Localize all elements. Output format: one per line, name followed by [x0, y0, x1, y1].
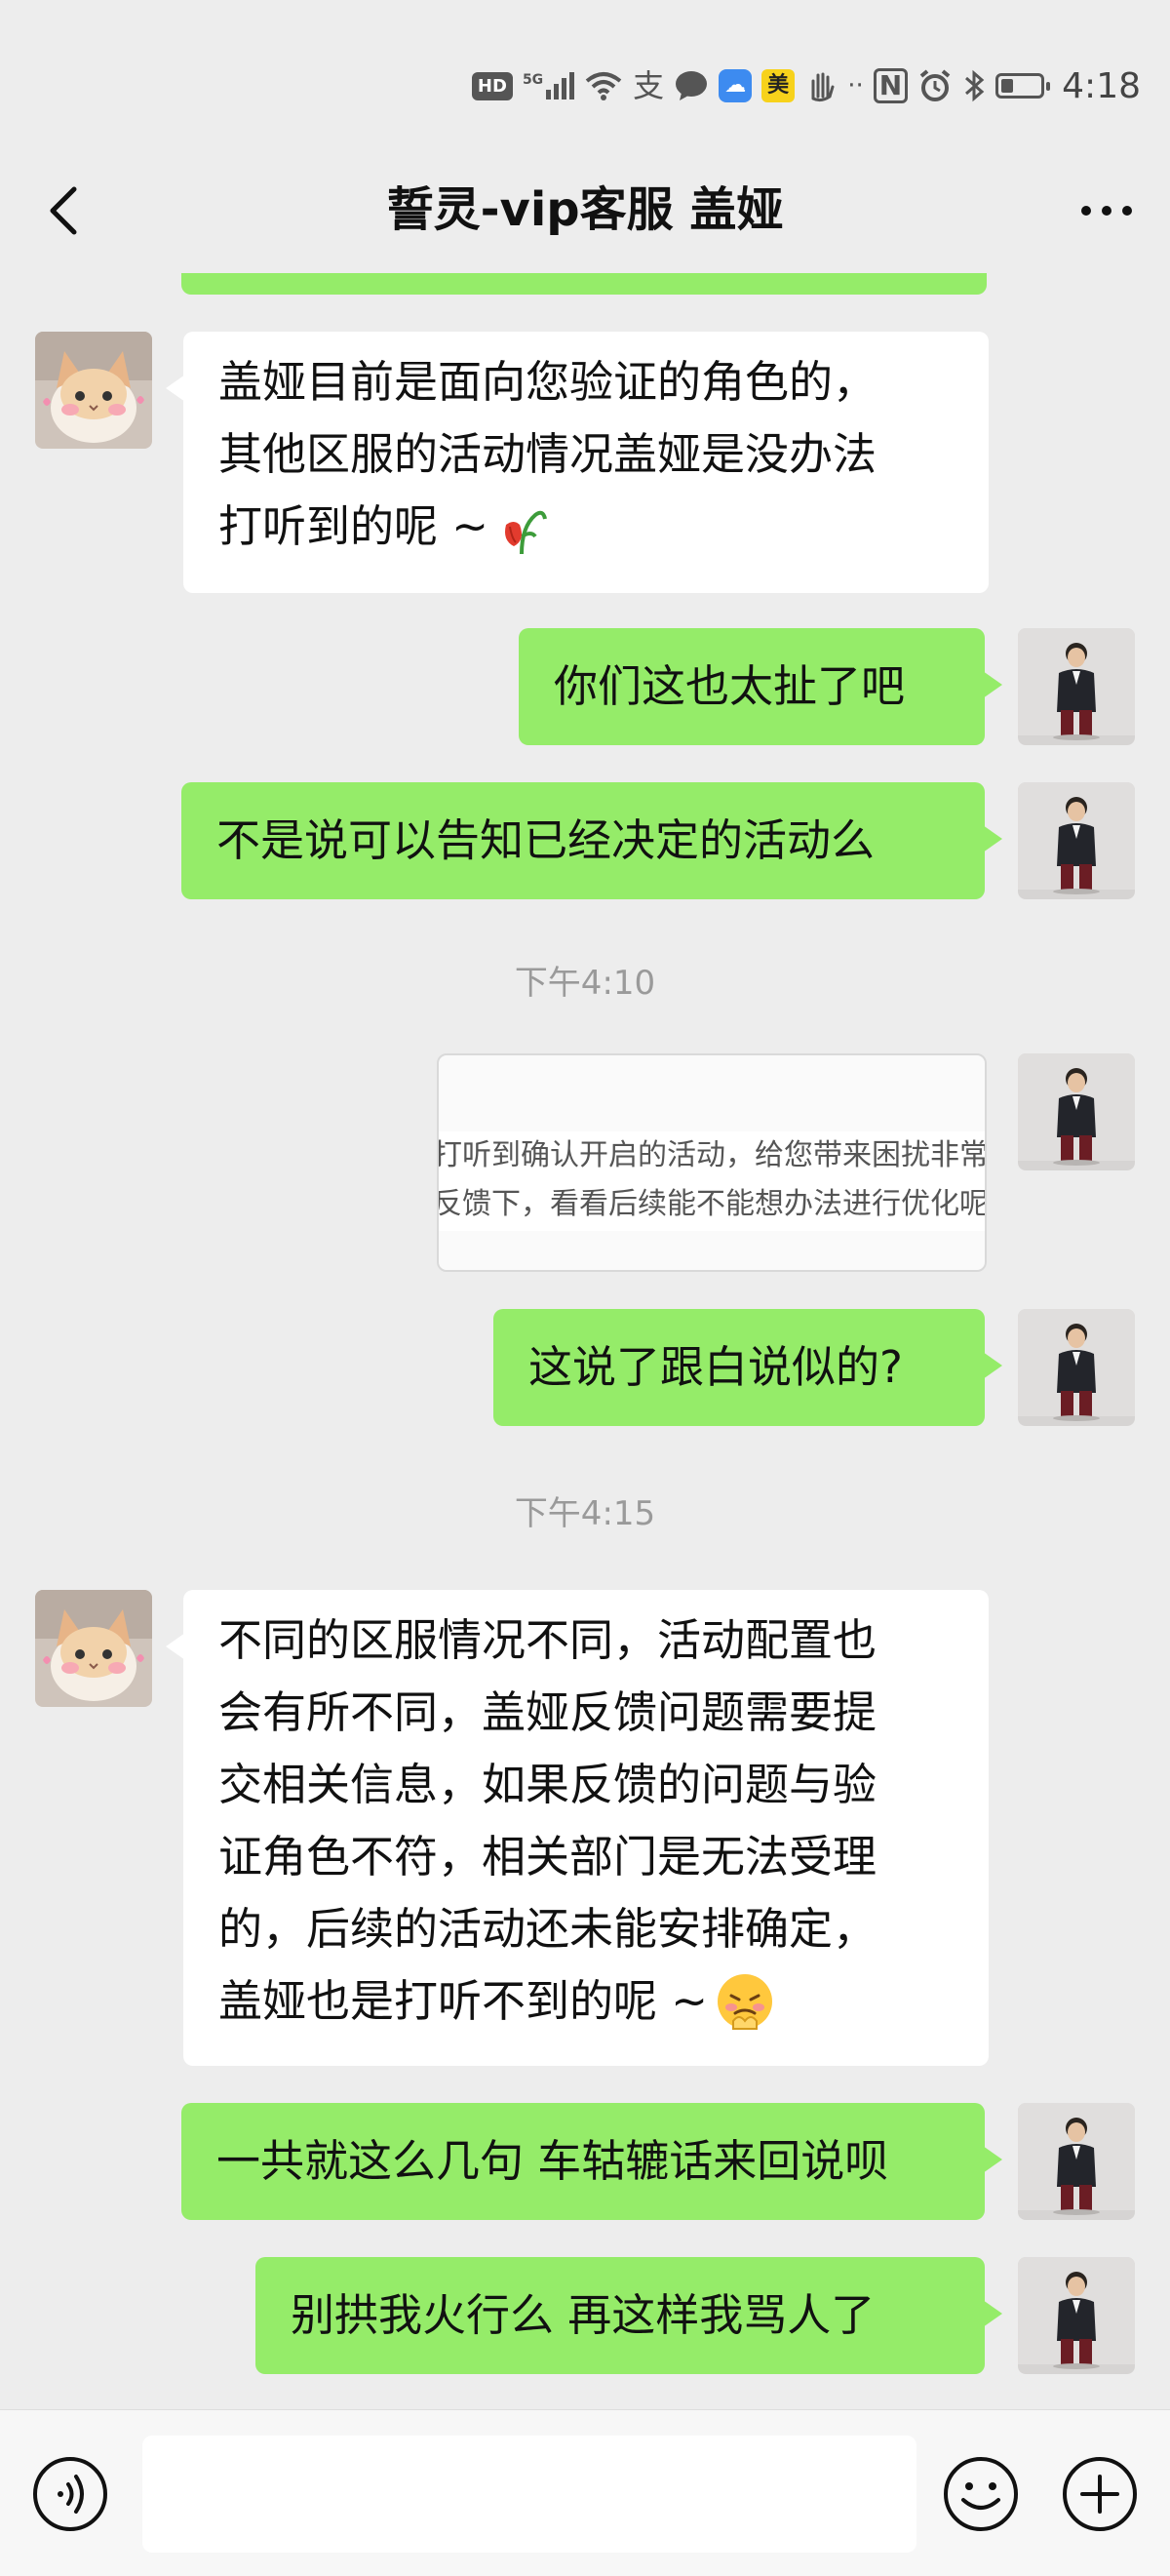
- user-avatar[interactable]: [1018, 628, 1135, 745]
- message-bubble-outgoing[interactable]: 别拱我火行么 再这样我骂人了: [255, 2257, 1002, 2374]
- more-notifications-icon: ··: [847, 71, 864, 100]
- message-timestamp: 下午4:10: [514, 964, 656, 1003]
- message-text: 一共就这么几句 车轱辘话来回说呗: [216, 2135, 889, 2187]
- message-text: 不是说可以告知已经决定的活动么: [216, 814, 876, 866]
- emoji-icon[interactable]: [942, 2455, 1020, 2533]
- message-notification-icon: [676, 71, 708, 100]
- status-time: 4:18: [1062, 65, 1141, 106]
- message-bubble-incoming[interactable]: 盖娅目前是面向您验证的角色的， 其他区服的活动情况盖娅是没办法 打听到的呢 ~: [166, 332, 989, 593]
- message-bubble-outgoing[interactable]: 这说了跟白说似的?: [493, 1309, 1002, 1426]
- message-text: 其他区服的活动情况盖娅是没办法: [218, 428, 878, 480]
- message-bubble-outgoing[interactable]: 不是说可以告知已经决定的活动么: [181, 782, 1002, 899]
- message-text: 盖娅也是打听不到的呢 ~: [218, 1965, 954, 2038]
- message-timestamp: 下午4:15: [514, 1494, 656, 1533]
- message-text: 你们这也太扯了吧: [554, 660, 906, 712]
- message-bubble-partial[interactable]: [181, 273, 987, 295]
- chat-title: 誓灵-vip客服 盖娅: [386, 182, 784, 237]
- nfc-icon: N: [873, 68, 909, 103]
- chat-header: 誓灵-vip客服 盖娅: [0, 146, 1170, 273]
- message-text: 交相关信息，如果反馈的问题与验: [218, 1759, 878, 1810]
- image-message[interactable]: 打听到确认开启的活动，给您带来困扰非常抱 反馈下，看看后续能不能想办法进行优化呢: [437, 1053, 987, 1272]
- plus-icon[interactable]: [1061, 2455, 1139, 2533]
- message-text: 不同的区服情况不同，活动配置也: [218, 1614, 878, 1666]
- user-avatar[interactable]: [1018, 2257, 1135, 2374]
- agent-avatar[interactable]: [35, 1590, 152, 1707]
- signal-5g-label: 5G: [522, 72, 544, 88]
- status-bar: HD 5G 支 ☁ 美 ·· N 4:18: [0, 0, 1170, 146]
- message-input[interactable]: [142, 2436, 916, 2553]
- battery-icon: [995, 73, 1051, 99]
- cloud-app-icon: ☁: [719, 69, 753, 102]
- alarm-icon: [919, 69, 951, 101]
- message-bubble-incoming[interactable]: 不同的区服情况不同，活动配置也 会有所不同，盖娅反馈问题需要提 交相关信息，如果…: [166, 1590, 989, 2066]
- input-bar: [0, 2409, 1170, 2576]
- hand-icon: [811, 72, 835, 102]
- user-avatar[interactable]: [1018, 782, 1135, 899]
- voice-icon[interactable]: [31, 2455, 109, 2533]
- message-bubble-outgoing[interactable]: 你们这也太扯了吧: [519, 628, 1002, 745]
- alipay-icon: 支: [633, 67, 665, 104]
- user-avatar[interactable]: [1018, 1309, 1135, 1426]
- message-list[interactable]: 盖娅目前是面向您验证的角色的， 其他区服的活动情况盖娅是没办法 打听到的呢 ~ …: [0, 273, 1170, 2409]
- message-text: 的，后续的活动还未能安排确定，: [218, 1903, 878, 1955]
- message-text: 盖娅目前是面向您验证的角色的，: [218, 356, 878, 408]
- meituan-app-icon: 美: [761, 69, 796, 102]
- message-text: 别拱我火行么 再这样我骂人了: [291, 2289, 876, 2341]
- user-avatar[interactable]: [1018, 2103, 1135, 2220]
- status-icons: HD 5G 支 ☁ 美 ·· N 4:18: [471, 60, 1141, 111]
- wifi-icon: [585, 72, 622, 100]
- message-text: 会有所不同，盖娅反馈问题需要提: [218, 1686, 878, 1738]
- agent-avatar[interactable]: [35, 332, 152, 449]
- wilted-flower-icon: [505, 510, 547, 555]
- message-bubble-outgoing[interactable]: 一共就这么几句 车轱辘话来回说呗: [181, 2103, 1002, 2220]
- image-text-line: 反馈下，看看后续能不能想办法进行优化呢: [439, 1187, 985, 1221]
- ellipsis-icon[interactable]: [1072, 176, 1141, 244]
- image-content: 打听到确认开启的活动，给您带来困扰非常抱 反馈下，看看后续能不能想办法进行优化呢: [439, 1131, 985, 1231]
- persevering-face-icon: [718, 1974, 773, 2030]
- signal-icon: 5G: [522, 72, 575, 99]
- hd-badge: HD: [471, 71, 513, 100]
- message-text: 打听到的呢 ~: [218, 491, 954, 563]
- user-avatar[interactable]: [1018, 1053, 1135, 1170]
- bluetooth-icon: [965, 69, 985, 102]
- message-text: 这说了跟白说似的?: [528, 1341, 903, 1393]
- image-text-line: 打听到确认开启的活动，给您带来困扰非常抱: [439, 1138, 985, 1172]
- message-text: 证角色不符，相关部门是无法受理: [218, 1831, 878, 1882]
